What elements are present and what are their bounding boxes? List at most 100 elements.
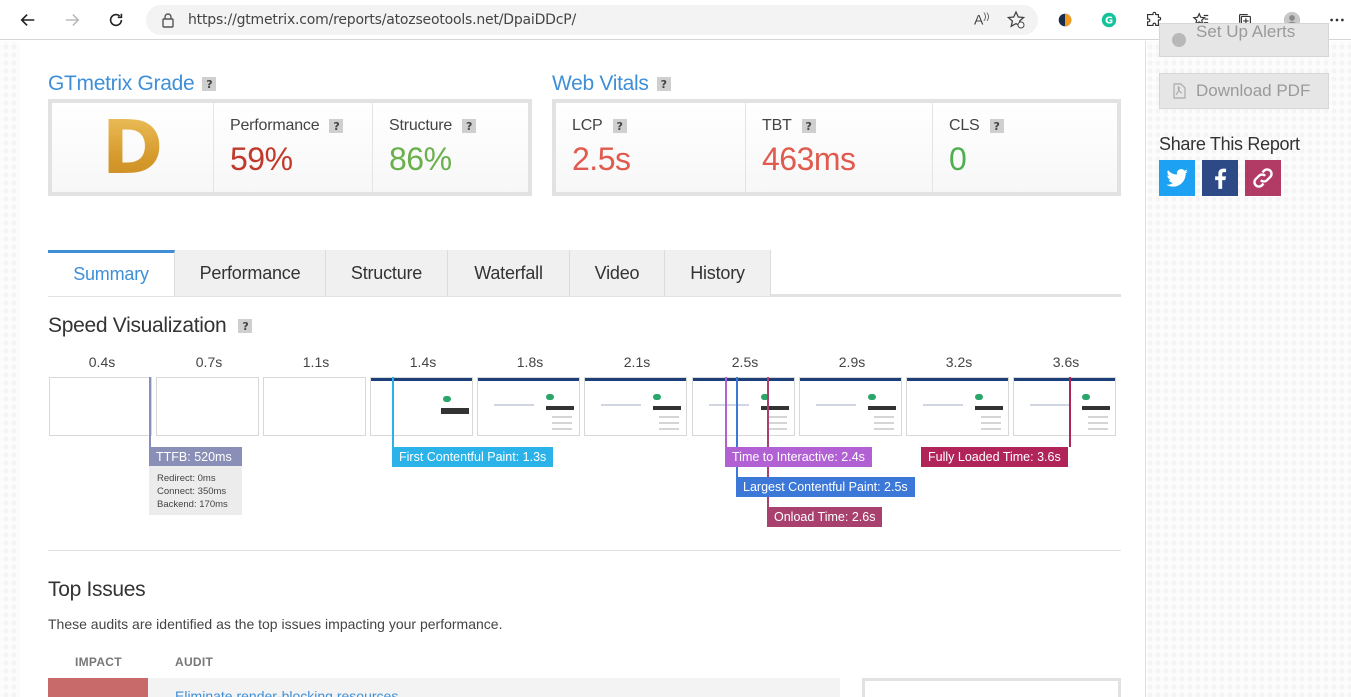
- grade-help-icon[interactable]: ?: [202, 77, 217, 91]
- lcp-marker[interactable]: Largest Contentful Paint: 2.5s: [736, 477, 915, 497]
- filmstrip-frame[interactable]: [477, 377, 580, 436]
- tbt-label: TBT: [762, 117, 792, 134]
- cls-help-icon[interactable]: ?: [989, 119, 1004, 133]
- favorite-star-icon[interactable]: [1006, 10, 1026, 30]
- svg-text:G: G: [1105, 16, 1113, 27]
- tbt-cell: TBT? 463ms: [746, 103, 933, 192]
- performance-help-icon[interactable]: ?: [329, 119, 344, 133]
- address-bar[interactable]: https://gtmetrix.com/reports/atozseotool…: [146, 5, 1038, 35]
- grammarly-icon[interactable]: G: [1098, 9, 1120, 31]
- ttfb-marker[interactable]: TTFB: 520ms: [149, 447, 242, 467]
- tti-marker-line: [725, 377, 727, 447]
- fcp-marker-line: [392, 377, 394, 447]
- filmstrip-frame[interactable]: [263, 377, 366, 436]
- filmstrip-frame[interactable]: [906, 377, 1009, 436]
- structure-label: Structure: [389, 117, 453, 134]
- forward-icon[interactable]: [60, 8, 84, 32]
- setup-alerts-label: Set Up Alerts: [1196, 22, 1296, 41]
- more-menu-icon[interactable]: [1326, 9, 1348, 31]
- fully-loaded-marker-line: [1069, 377, 1071, 447]
- tbt-help-icon[interactable]: ?: [801, 119, 816, 133]
- cls-label: CLS: [949, 117, 980, 134]
- filmstrip-frame[interactable]: [584, 377, 687, 436]
- impact-column-header: IMPACT: [75, 655, 122, 669]
- url-text[interactable]: https://gtmetrix.com/reports/atozseotool…: [188, 12, 576, 28]
- gtmetrix-grade-title-text: GTmetrix Grade: [48, 72, 195, 95]
- download-pdf-button[interactable]: Download PDF: [1159, 73, 1329, 109]
- tab-history[interactable]: History: [665, 250, 771, 296]
- onload-marker[interactable]: Onload Time: 2.6s: [767, 507, 883, 527]
- performance-label: Performance: [230, 117, 320, 134]
- timeline-tick: 2.5s: [731, 354, 759, 370]
- tab-video[interactable]: Video: [570, 250, 665, 296]
- web-vitals-title: Web Vitals ?: [552, 72, 671, 96]
- download-pdf-label: Download PDF: [1196, 81, 1311, 100]
- timeline-tick: 3.6s: [1052, 354, 1080, 370]
- filmstrip-frame[interactable]: [370, 377, 473, 436]
- grade-letter: D: [101, 104, 164, 191]
- read-aloud-icon[interactable]: A)): [974, 11, 989, 28]
- timeline-tick: 1.4s: [409, 354, 437, 370]
- top-issues-description: These audits are identified as the top i…: [48, 616, 503, 632]
- setup-alerts-button[interactable]: Set Up Alerts: [1159, 22, 1329, 57]
- structure-help-icon[interactable]: ?: [462, 119, 477, 133]
- ttfb-redirect: Redirect: 0ms: [157, 473, 216, 484]
- filmstrip-frame[interactable]: [799, 377, 902, 436]
- sidebar-divider: [1145, 41, 1146, 697]
- lcp-help-icon[interactable]: ?: [612, 119, 627, 133]
- lcp-value: 2.5s: [572, 141, 631, 177]
- browser-toolbar: https://gtmetrix.com/reports/atozseotool…: [0, 0, 1351, 40]
- tbt-value: 463ms: [762, 141, 856, 177]
- facebook-share-button[interactable]: [1202, 160, 1238, 196]
- timeline-tick: 0.7s: [195, 354, 223, 370]
- link-icon: [1253, 168, 1273, 188]
- grade-box: D Performance? 59% Structure? 86%: [48, 99, 532, 196]
- lcp-cell: LCP? 2.5s: [556, 103, 746, 192]
- web-vitals-title-text: Web Vitals: [552, 72, 649, 95]
- speed-visualization-title-text: Speed Visualization: [48, 314, 227, 337]
- tab-performance[interactable]: Performance: [175, 250, 326, 296]
- filmstrip-frame[interactable]: [156, 377, 259, 436]
- performance-value: 59%: [230, 141, 293, 177]
- issue-row[interactable]: [48, 678, 840, 697]
- vitals-help-icon[interactable]: ?: [656, 77, 671, 91]
- timeline-tick: 1.1s: [302, 354, 330, 370]
- speed-help-icon[interactable]: ?: [238, 319, 253, 333]
- twitter-icon: [1166, 169, 1188, 187]
- ttfb-detail: Redirect: 0ms Connect: 350ms Backend: 17…: [149, 466, 242, 515]
- cls-value: 0: [949, 141, 967, 177]
- copy-link-share-button[interactable]: [1245, 160, 1281, 196]
- issue-audit-link[interactable]: Eliminate render-blocking resources: [175, 688, 398, 697]
- twitter-share-button[interactable]: [1159, 160, 1195, 196]
- filmstrip-frame[interactable]: [49, 377, 152, 436]
- pdf-icon: [1173, 83, 1186, 99]
- audit-column-header: AUDIT: [175, 655, 214, 669]
- cls-cell: CLS? 0: [933, 103, 1117, 192]
- lcp-label: LCP: [572, 117, 603, 134]
- filmstrip-frame[interactable]: [1013, 377, 1116, 436]
- tab-structure[interactable]: Structure: [326, 250, 448, 296]
- fully-loaded-marker[interactable]: Fully Loaded Time: 3.6s: [921, 447, 1068, 467]
- section-divider: [48, 550, 1121, 551]
- back-icon[interactable]: [16, 8, 40, 32]
- lock-icon: [162, 13, 174, 28]
- tab-summary[interactable]: Summary: [48, 250, 175, 296]
- structure-cell: Structure? 86%: [373, 103, 528, 192]
- ttfb-connect: Connect: 350ms: [157, 486, 227, 497]
- issue-side-box: [862, 678, 1121, 697]
- timeline-tick: 2.9s: [838, 354, 866, 370]
- gtmetrix-grade-title: GTmetrix Grade ?: [48, 72, 217, 96]
- facebook-icon: [1215, 168, 1227, 189]
- structure-value: 86%: [389, 141, 452, 177]
- alert-icon: [1172, 33, 1186, 47]
- filmstrip-frame[interactable]: [692, 377, 795, 436]
- timeline-tick: 2.1s: [623, 354, 651, 370]
- refresh-icon[interactable]: [104, 8, 128, 32]
- timeline-tick: 0.4s: [88, 354, 116, 370]
- tti-marker[interactable]: Time to Interactive: 2.4s: [725, 447, 872, 467]
- share-title: Share This Report: [1159, 134, 1300, 154]
- extension-icon[interactable]: [1054, 9, 1076, 31]
- fcp-marker[interactable]: First Contentful Paint: 1.3s: [392, 447, 554, 467]
- tab-waterfall[interactable]: Waterfall: [448, 250, 570, 296]
- web-vitals-box: LCP? 2.5s TBT? 463ms CLS? 0: [552, 99, 1121, 196]
